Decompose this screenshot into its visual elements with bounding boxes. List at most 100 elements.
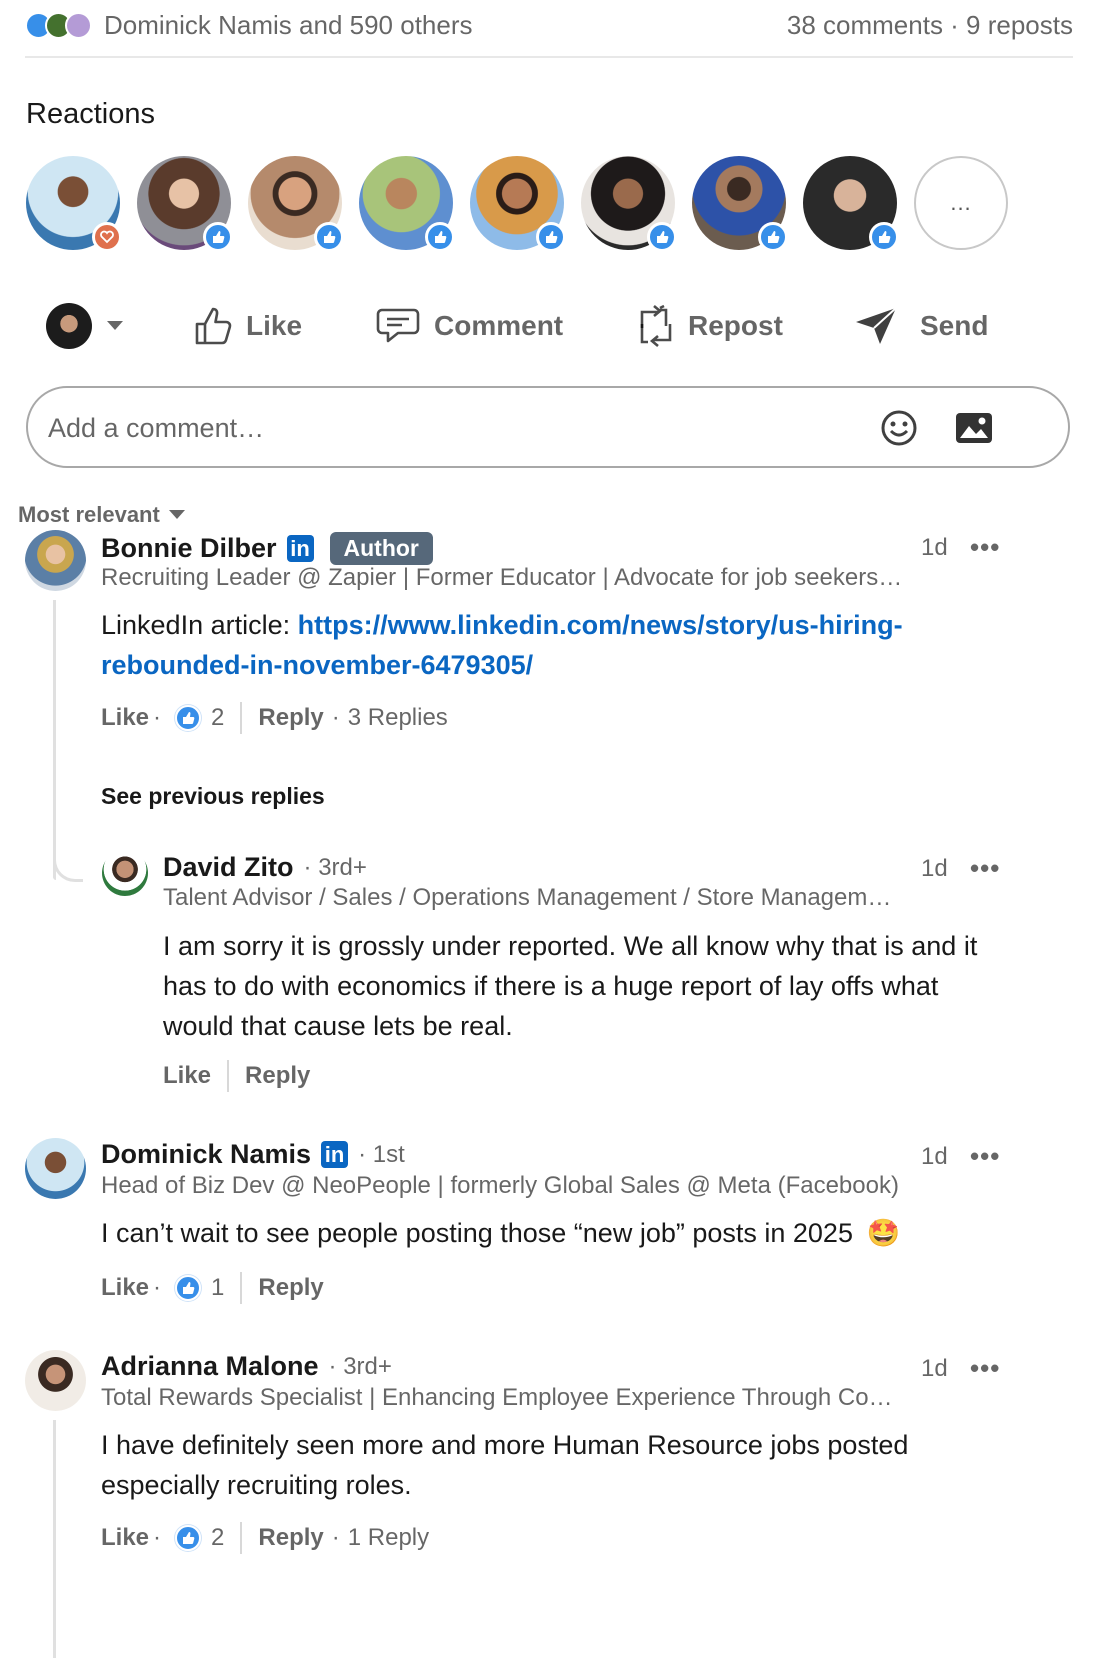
comment-body: I can’t wait to see people posting those… [101,1213,1001,1253]
thumbs-up-icon [195,307,232,345]
commenter-name[interactable]: Bonnie Dilber [101,533,277,564]
more-options-icon[interactable]: ••• [970,853,1000,884]
send-button[interactable]: Send [854,296,988,356]
commenter-headline: Recruiting Leader @ Zapier | Former Educ… [101,564,903,591]
divider [227,1060,230,1092]
comment-like-count[interactable]: 2 [211,704,224,732]
connection-degree: · 3rd+ [303,853,367,881]
comment-header: Dominick Namis in · 1st [101,1139,405,1170]
comment-like-count[interactable]: 2 [211,1524,224,1552]
comment-reply-button[interactable]: Reply [258,1274,323,1302]
commenter-avatar[interactable] [25,1138,86,1199]
reactor-avatar[interactable] [581,156,677,252]
reactor-avatar[interactable] [137,156,233,252]
current-user-avatar [46,303,92,349]
comment-like-button[interactable]: Like [101,704,149,732]
commenter-headline: Talent Advisor / Sales / Operations Mana… [163,884,892,911]
like-button[interactable]: Like [194,296,302,356]
sort-comments-dropdown[interactable]: Most relevant [18,502,186,528]
more-options-icon[interactable]: ••• [970,1353,1000,1384]
comment-text-line: has to do with economics if there is a h… [163,971,939,1001]
like-reaction-icon [175,1275,202,1301]
reactor-avatar[interactable] [248,156,344,252]
article-link[interactable]: https://www.linkedin.com/news/story/us-h… [298,610,903,640]
commenter-headline: Head of Biz Dev @ NeoPeople | formerly G… [101,1172,899,1199]
comment-timestamp: 1d [921,1143,948,1170]
see-previous-replies-button[interactable]: See previous replies [101,783,325,810]
reactions-heading: Reactions [26,98,155,130]
social-counts-bar: Dominick Namis and 590 others 38 comment… [25,0,1073,58]
reactors-text[interactable]: Dominick Namis and 590 others [104,10,473,41]
love-reaction-icon [65,12,92,39]
commenter-avatar[interactable] [102,850,148,896]
thread-line [53,600,56,880]
comment-text-line: would that cause lets be real. [163,1011,513,1041]
comment-header: David Zito · 3rd+ [163,852,367,883]
comment-like-button[interactable]: Like [101,1524,149,1552]
more-options-icon[interactable]: ••• [970,532,1000,563]
more-options-icon[interactable]: ••• [970,1141,1000,1172]
comment-button[interactable]: Comment [376,296,563,356]
replies-count[interactable]: 3 Replies [348,704,448,732]
reactor-avatar[interactable] [470,156,566,252]
send-label: Send [920,310,989,341]
comment-body: LinkedIn article: https://www.linkedin.c… [101,605,1001,685]
comment-actions: Like · 1 Reply [101,1272,324,1304]
love-reaction-badge-icon [92,222,122,252]
sort-label: Most relevant [18,502,160,527]
comment-timestamp: 1d [921,1355,948,1382]
reactor-avatar[interactable] [359,156,455,252]
star-struck-emoji-icon: 🤩 [866,1218,901,1248]
thread-line [53,1420,56,1658]
reactors-avatar-list: ... [26,156,1025,252]
emoji-icon[interactable] [880,409,918,447]
image-upload-icon[interactable] [954,411,994,445]
commenter-name[interactable]: David Zito [163,852,294,883]
replies-count[interactable]: 1 Reply [348,1524,429,1552]
linkedin-logo-icon: in [286,535,314,562]
reactors-summary[interactable]: Dominick Namis and 590 others [25,10,473,41]
comment-input-box [26,386,1070,468]
reactor-avatar[interactable] [803,156,899,252]
caret-down-icon [168,510,185,519]
comment-like-count[interactable]: 1 [211,1274,224,1302]
comment-like-button[interactable]: Like [163,1062,211,1090]
comment-reply-button[interactable]: Reply [258,1524,323,1552]
repost-arrows-icon [640,304,672,347]
reactor-avatar[interactable] [26,156,122,252]
commenter-avatar[interactable] [25,1350,86,1411]
actor-switcher[interactable] [46,296,138,356]
comment-actions: Like · 2 Reply · 1 Reply [101,1522,429,1554]
like-reaction-badge-icon [314,222,344,252]
comments-reposts-count[interactable]: 38 comments · 9 reposts [787,10,1073,41]
comment-reply-button[interactable]: Reply [258,704,323,732]
like-reaction-badge-icon [203,222,233,252]
article-link-continued[interactable]: rebounded-in-november-6479305/ [101,650,533,680]
caret-down-icon [107,321,123,330]
like-reaction-icon [175,705,202,731]
linkedin-logo-icon: in [321,1141,349,1168]
reactor-avatar[interactable] [692,156,788,252]
like-reaction-badge-icon [425,222,455,252]
connection-degree: · 3rd+ [328,1352,392,1380]
commenter-headline: Total Rewards Specialist | Enhancing Emp… [101,1384,893,1411]
like-label: Like [246,310,303,341]
like-reaction-badge-icon [758,222,788,252]
comment-reply-button[interactable]: Reply [245,1062,310,1090]
commenter-avatar[interactable] [25,530,86,591]
comment-actions: Like Reply [163,1060,310,1092]
comment-text-line: I am sorry it is grossly under reported.… [163,931,978,961]
like-reaction-badge-icon [647,222,677,252]
comment-input[interactable] [48,406,848,450]
comment-text: LinkedIn article: [101,610,298,640]
repost-label: Repost [688,310,783,341]
commenter-name[interactable]: Adrianna Malone [101,1351,319,1382]
repost-button[interactable]: Repost [638,296,783,356]
more-reactors-button[interactable]: ... [914,156,1008,250]
comment-header: Adrianna Malone · 3rd+ [101,1351,392,1382]
reaction-type-icons [25,12,92,39]
author-badge: Author [329,532,433,565]
comment-like-button[interactable]: Like [101,1274,149,1302]
comment-header: Bonnie Dilber in Author [101,532,433,565]
commenter-name[interactable]: Dominick Namis [101,1139,311,1170]
